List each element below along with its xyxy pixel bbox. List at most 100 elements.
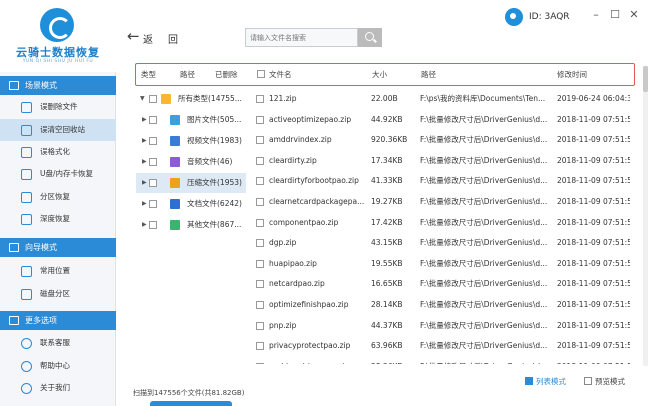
- file-row[interactable]: problemdriverpao.zip28.36KBF:\批量修改尺寸后\Dr…: [252, 357, 630, 364]
- tree-item[interactable]: ▶ 文档文件(6242): [136, 194, 246, 214]
- sidebar-item-label: 磁盘分区: [40, 289, 70, 298]
- back-arrow-icon[interactable]: ←: [127, 27, 140, 45]
- file-checkbox[interactable]: [256, 156, 264, 165]
- sidebar-item-0-2[interactable]: 误格式化: [0, 141, 116, 163]
- tree-checkbox[interactable]: [149, 116, 157, 124]
- expand-right-icon[interactable]: ▶: [142, 194, 147, 214]
- file-checkbox[interactable]: [256, 95, 264, 103]
- file-name: netcardpao.zip: [269, 279, 325, 289]
- sidebar-item-0-1[interactable]: 误清空回收站: [0, 119, 116, 141]
- sidebar-item-label: 误删除文件: [40, 102, 78, 111]
- file-size: 44.92KB: [371, 114, 403, 124]
- tree-item[interactable]: ▶ 音频文件(46): [136, 152, 246, 172]
- back-button[interactable]: 返: [143, 31, 153, 46]
- tree-checkbox[interactable]: [149, 137, 157, 145]
- footer-action-bar[interactable]: [150, 401, 232, 406]
- search-button[interactable]: [358, 28, 382, 47]
- file-checkbox[interactable]: [256, 342, 264, 351]
- file-size: 16.65KB: [371, 279, 403, 289]
- file-row[interactable]: privacyprotectpao.zip 63.96KB F:\批量修改尺寸后\D…: [252, 336, 630, 357]
- sidebar-item-label: 深度恢复: [40, 214, 70, 223]
- column-filepath[interactable]: 路径: [421, 69, 436, 80]
- expand-right-icon[interactable]: ▶: [142, 215, 147, 235]
- column-type[interactable]: 类型: [141, 69, 156, 80]
- tree-item[interactable]: ▼ 所有类型(14755...: [136, 89, 246, 109]
- search-input[interactable]: [245, 28, 358, 47]
- maximize-icon[interactable]: ☐: [608, 8, 622, 22]
- column-modified[interactable]: 修改时间: [557, 69, 587, 80]
- file-row[interactable]: componentpao.zip 17.42KB F:\批量修改尺寸后\Driver…: [252, 213, 630, 234]
- expand-down-icon[interactable]: ▼: [140, 89, 145, 109]
- file-name: optimizefinishpao.zip: [269, 300, 349, 309]
- user-avatar-icon[interactable]: [505, 8, 523, 26]
- file-checkbox[interactable]: [256, 218, 264, 227]
- file-row[interactable]: amddrvindex.zip 920.36KB F:\批量修改尺寸后\Driver…: [252, 130, 630, 151]
- tree-item[interactable]: ▶ 图片文件(505...: [136, 110, 246, 130]
- file-row[interactable]: clearnetcardpackagepa... 19.27KB F:\批量修改尺寸…: [252, 192, 630, 213]
- file-name: clearnetcardpackagepa...: [269, 197, 365, 206]
- file-name: huapipao.zip: [269, 258, 317, 268]
- sidebar-item-1-1[interactable]: 磁盘分区: [0, 283, 116, 305]
- sidebar-item-2-2[interactable]: 关于我们: [0, 377, 116, 399]
- tree-checkbox[interactable]: [149, 158, 157, 166]
- file-checkbox[interactable]: [256, 198, 264, 206]
- file-row[interactable]: activeoptimizepao.zip 44.92KB F:\批量修改尺寸后\D…: [252, 110, 630, 131]
- user-id: ID: 3AQR: [529, 12, 570, 22]
- file-row[interactable]: 121.zip 22.00B F:\ps\我的资料库\Documents\Ten..…: [252, 89, 630, 110]
- tree-checkbox[interactable]: [149, 221, 157, 229]
- tree-checkbox[interactable]: [149, 179, 157, 187]
- tree-checkbox[interactable]: [149, 95, 157, 103]
- close-icon[interactable]: ✕: [627, 8, 641, 22]
- file-checkbox[interactable]: [256, 136, 264, 145]
- column-filename[interactable]: 文件名: [269, 69, 292, 80]
- sidebar-item-2-0[interactable]: 联系客服: [0, 332, 116, 354]
- expand-right-icon[interactable]: ▶: [142, 152, 147, 172]
- file-row[interactable]: pnp.zip 44.37KB F:\批量修改尺寸后\DriverGenius\d.…: [252, 316, 630, 337]
- file-size: 22.00B: [371, 94, 398, 103]
- minimize-icon[interactable]: –: [589, 8, 603, 22]
- file-row[interactable]: huapipao.zip 19.55KB F:\批量修改尺寸后\DriverGeni…: [252, 254, 630, 275]
- file-row[interactable]: cleardirty.zip 17.34KB F:\批量修改尺寸后\DriverGe…: [252, 151, 630, 172]
- expand-right-icon[interactable]: ▶: [142, 173, 147, 193]
- file-checkbox[interactable]: [256, 177, 264, 186]
- tree-item[interactable]: ▶ 其他文件(867...: [136, 215, 246, 235]
- sidebar-item-0-5[interactable]: 深度恢复: [0, 208, 116, 230]
- usb-icon: [21, 169, 32, 180]
- expand-right-icon[interactable]: ▶: [142, 131, 147, 151]
- file-checkbox[interactable]: [256, 301, 264, 309]
- sidebar-item-2-1[interactable]: 帮助中心: [0, 355, 116, 377]
- file-checkbox[interactable]: [256, 280, 264, 289]
- column-header: 类型 路径 已删除 文件名 大小 路径 修改时间: [135, 63, 635, 86]
- file-checkbox[interactable]: [256, 259, 264, 268]
- file-name: 121.zip: [269, 94, 297, 103]
- tree-item[interactable]: ▶ 视频文件(1983): [136, 131, 246, 151]
- column-tree-path[interactable]: 路径: [180, 69, 195, 80]
- expand-right-icon[interactable]: ▶: [142, 110, 147, 130]
- tree-item[interactable]: ▶ 压缩文件(1953): [136, 173, 246, 193]
- file-checkbox[interactable]: [256, 115, 264, 124]
- file-checkbox[interactable]: [256, 239, 264, 248]
- sidebar-item-0-4[interactable]: 分区恢复: [0, 186, 116, 208]
- sidebar-item-0-0[interactable]: 误删除文件: [0, 96, 116, 118]
- tree-checkbox[interactable]: [149, 200, 157, 208]
- wizard-icon: [9, 243, 19, 252]
- other-file-icon: [170, 220, 180, 230]
- scrollbar-thumb[interactable]: [643, 66, 648, 92]
- sidebar-item-1-0[interactable]: 常用位置: [0, 260, 116, 282]
- file-row[interactable]: cleardirtyforbootpao.zip 41.33KB F:\批量修改尺寸…: [252, 171, 630, 192]
- scrollbar-track[interactable]: [643, 66, 648, 366]
- list-mode-button[interactable]: 列表模式: [525, 376, 566, 388]
- file-row[interactable]: dgp.zip 43.15KB F:\批量修改尺寸后\DriverGenius\d.…: [252, 233, 630, 254]
- file-checkbox[interactable]: [256, 362, 264, 364]
- column-size[interactable]: 大小: [372, 69, 387, 80]
- sidebar-section-title: 向导模式: [25, 243, 57, 252]
- preview-mode-button[interactable]: 预览模式: [584, 376, 625, 388]
- home-button[interactable]: 回: [168, 31, 178, 46]
- select-all-checkbox[interactable]: [257, 70, 265, 78]
- file-checkbox[interactable]: [256, 321, 264, 330]
- sidebar-item-0-3[interactable]: U盘/内存卡恢复: [0, 163, 116, 185]
- file-modified-date: 2018-11-09 07:51:57: [557, 300, 630, 309]
- column-deleted[interactable]: 已删除: [215, 69, 238, 80]
- file-row[interactable]: optimizefinishpao.zip 28.14KB F:\批量修改尺寸后\D…: [252, 295, 630, 316]
- file-row[interactable]: netcardpao.zip 16.65KB F:\批量修改尺寸后\DriverGe…: [252, 274, 630, 295]
